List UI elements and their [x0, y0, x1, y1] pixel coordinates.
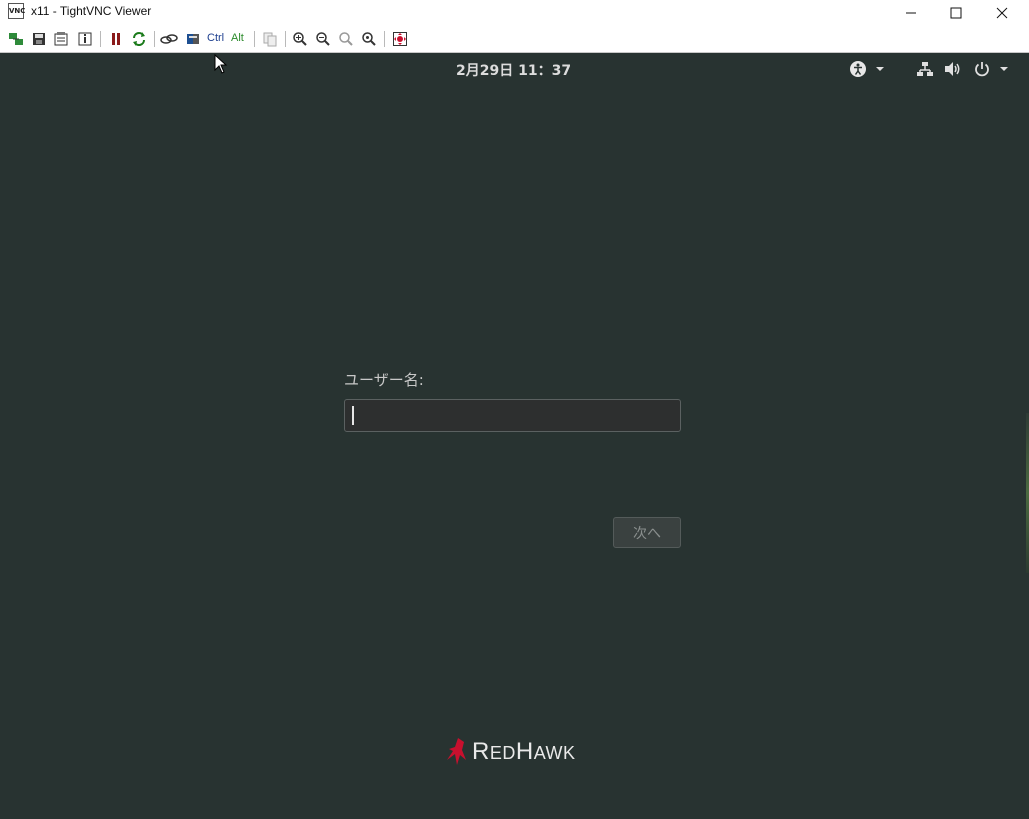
toolbar-separator — [384, 31, 385, 47]
refresh-icon — [133, 32, 145, 46]
mouse-pointer-icon — [214, 53, 228, 78]
window-title: x11 - TightVNC Viewer — [31, 4, 152, 18]
username-input[interactable] — [344, 399, 681, 432]
network-status[interactable] — [917, 60, 933, 82]
send-ctrl-alt-del-button[interactable] — [160, 30, 178, 48]
connection-info-button[interactable] — [76, 30, 94, 48]
pause-button[interactable] — [107, 30, 125, 48]
gnome-top-bar: 2月29日 11：37 — [0, 53, 1027, 85]
full-screen-icon — [393, 32, 407, 46]
transfer-files-button[interactable] — [261, 30, 279, 48]
brand-letter: R — [472, 738, 490, 765]
zoom-out-icon — [316, 32, 330, 46]
redhawk-logo-icon — [447, 738, 466, 765]
accessibility-icon — [850, 61, 884, 77]
zoom-auto-icon — [362, 32, 376, 46]
network-icon — [917, 62, 933, 76]
clock[interactable]: 2月29日 11：37 — [456, 60, 571, 80]
toolbar-separator — [154, 31, 155, 47]
vnc-toolbar: Ctrl Alt — [0, 26, 1029, 53]
accessibility-menu[interactable] — [848, 60, 888, 82]
info-icon — [78, 32, 92, 46]
ctrl-key-toggle[interactable]: Ctrl — [207, 32, 224, 44]
minimize-icon — [906, 12, 916, 14]
ctrl-alt-del-icon — [160, 34, 178, 44]
toolbar-separator — [100, 31, 101, 47]
pause-icon — [112, 33, 120, 45]
window-title-bar[interactable]: VNC x11 - TightVNC Viewer — [0, 0, 1029, 26]
volume-status[interactable] — [944, 60, 962, 82]
login-form: ユーザー名: — [344, 369, 681, 432]
options-icon — [54, 32, 68, 46]
power-menu[interactable] — [974, 60, 1012, 82]
remote-desktop[interactable]: 2月29日 11：37 ユーザー名: 次へ REDHAWK — [0, 53, 1029, 819]
toolbar-separator — [285, 31, 286, 47]
redhawk-logo: REDHAWK — [444, 735, 576, 769]
text-caret — [352, 406, 354, 425]
full-screen-button[interactable] — [391, 30, 409, 48]
zoom-in-icon — [293, 32, 307, 46]
ctrl-esc-icon — [187, 34, 199, 44]
refresh-button[interactable] — [130, 30, 148, 48]
username-label: ユーザー名: — [344, 371, 424, 389]
send-ctrl-esc-button[interactable] — [184, 30, 202, 48]
maximize-icon — [950, 7, 962, 19]
zoom-100-button[interactable] — [337, 30, 355, 48]
file-transfer-icon — [263, 32, 277, 47]
zoom-in-button[interactable] — [291, 30, 309, 48]
alt-key-toggle[interactable]: Alt — [231, 32, 244, 44]
maximize-button[interactable] — [933, 0, 979, 26]
zoom-out-button[interactable] — [314, 30, 332, 48]
brand-letters: AWK — [533, 743, 576, 763]
toolbar-separator — [254, 31, 255, 47]
brand-letters: ED — [489, 743, 516, 763]
redhawk-wordmark: REDHAWK — [472, 738, 576, 766]
minimize-button[interactable] — [888, 0, 934, 26]
next-button[interactable]: 次へ — [613, 517, 681, 548]
close-icon — [996, 7, 1008, 19]
new-connection-icon — [9, 33, 23, 45]
new-connection-button[interactable] — [7, 30, 25, 48]
close-button[interactable] — [979, 0, 1025, 26]
save-session-button[interactable] — [30, 30, 48, 48]
power-icon — [975, 62, 1008, 77]
brand-letter: H — [515, 738, 534, 765]
volume-icon — [945, 62, 960, 76]
save-icon — [33, 33, 45, 45]
zoom-100-icon — [339, 32, 353, 46]
options-button[interactable] — [52, 30, 70, 48]
zoom-auto-button[interactable] — [360, 30, 378, 48]
vnc-app-icon[interactable]: VNC — [8, 3, 25, 19]
